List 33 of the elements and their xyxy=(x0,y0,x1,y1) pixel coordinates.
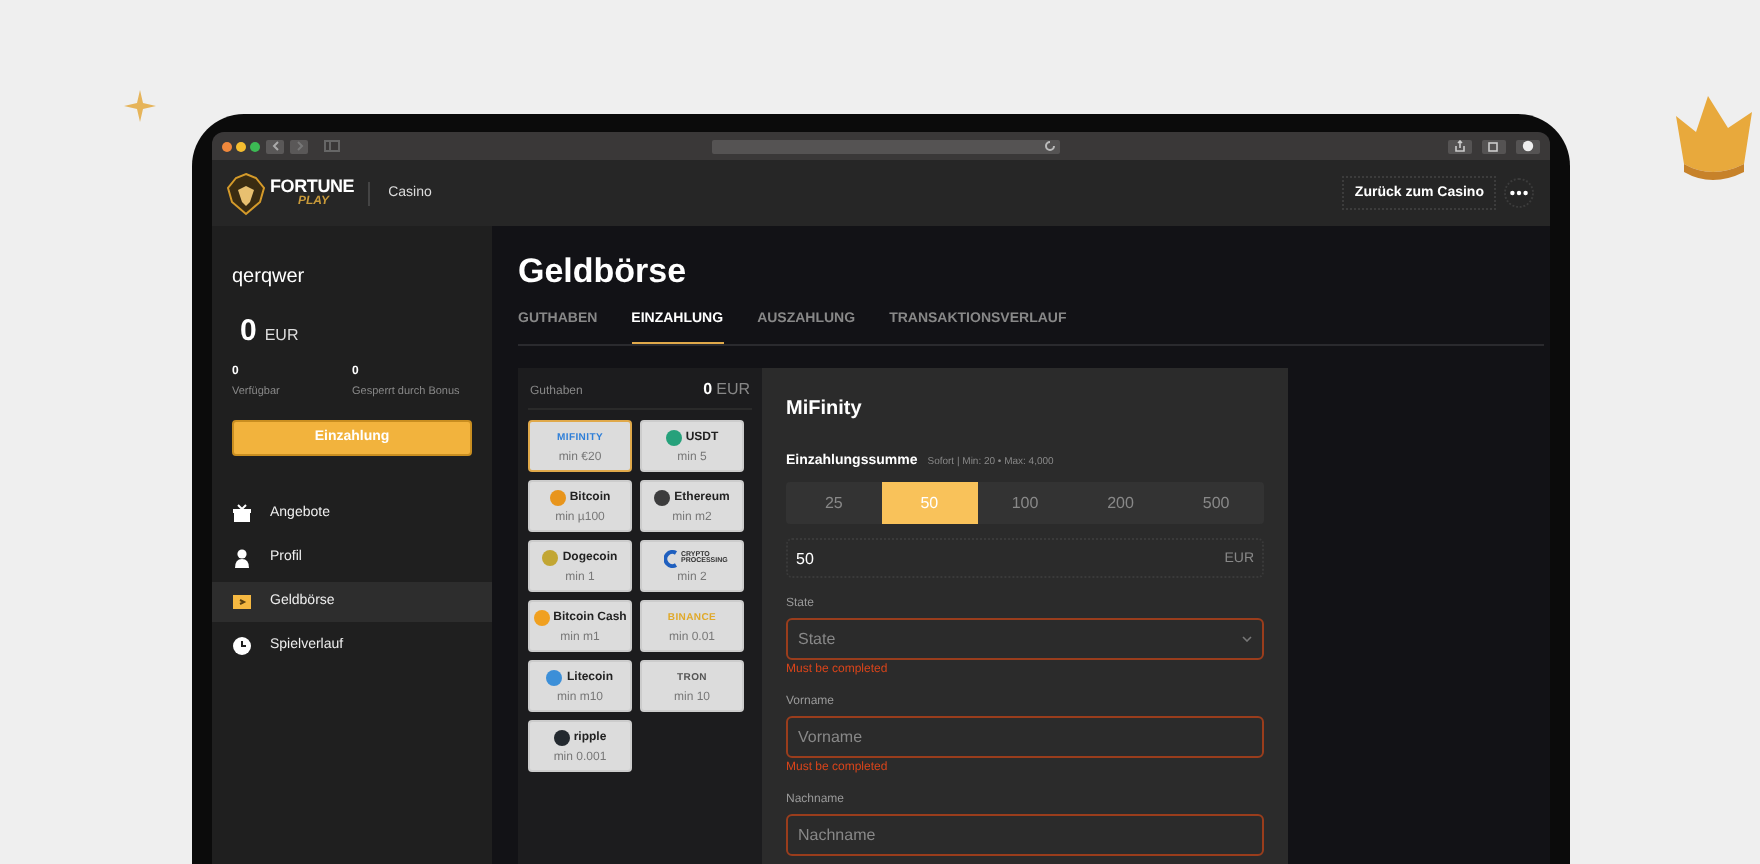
forward-button[interactable] xyxy=(290,139,308,153)
close-window-icon[interactable] xyxy=(222,141,232,151)
balance-currency: EUR xyxy=(264,326,299,344)
tabs-button[interactable] xyxy=(1482,139,1506,153)
more-icon xyxy=(1510,190,1528,196)
balance-currency: EUR xyxy=(716,380,750,398)
sidebar-toggle-icon[interactable] xyxy=(324,140,340,152)
sparkle-icon xyxy=(124,90,156,122)
maximize-window-icon[interactable] xyxy=(250,141,260,151)
gift-icon xyxy=(232,503,252,524)
back-button[interactable] xyxy=(266,139,284,153)
minimize-window-icon[interactable] xyxy=(236,141,246,151)
input-field[interactable]: Vorname xyxy=(786,716,1264,758)
page-title: Geldbörse xyxy=(518,252,689,292)
amount-preset[interactable]: 100 xyxy=(977,482,1073,524)
username: qerqwer xyxy=(230,266,307,288)
input-field[interactable]: Nachname xyxy=(786,814,1264,856)
logo-wordmark: FORTUNE xyxy=(270,178,355,196)
reload-icon[interactable] xyxy=(1044,140,1056,152)
wallet-icon xyxy=(232,591,252,612)
user-icon xyxy=(232,547,252,568)
input-field[interactable]: State xyxy=(786,618,1264,660)
clock-icon xyxy=(232,635,252,656)
balance-amount: 0 xyxy=(240,314,257,348)
amount-preset[interactable]: 500 xyxy=(1168,482,1264,524)
amount-preset[interactable]: 200 xyxy=(1072,482,1169,524)
form-title: MiFinity xyxy=(786,398,864,420)
amount-preset[interactable]: 25 xyxy=(786,482,882,524)
chevron-down-icon xyxy=(1242,636,1252,642)
balance-amount: 0 xyxy=(703,380,713,398)
download-button[interactable] xyxy=(1516,139,1540,153)
more-button[interactable] xyxy=(1504,178,1534,208)
share-button[interactable] xyxy=(1448,139,1472,153)
